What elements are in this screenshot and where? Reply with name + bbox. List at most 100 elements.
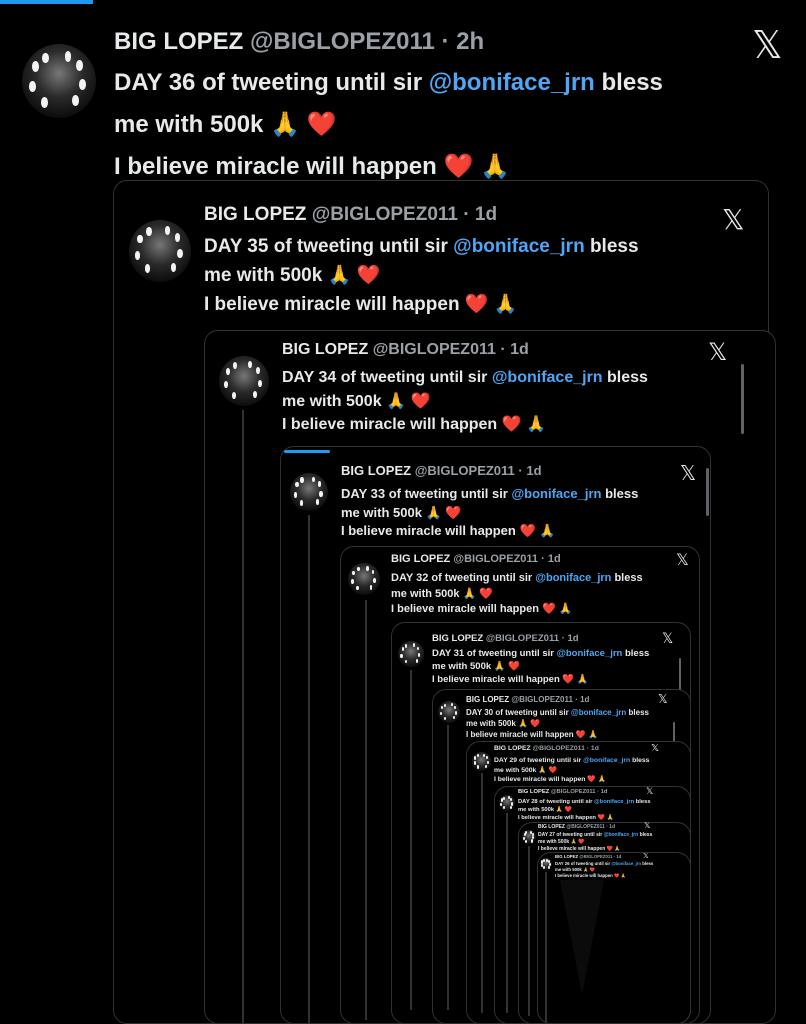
- avatar[interactable]: [22, 44, 96, 118]
- pray-emoji-icon: 🙏: [576, 674, 589, 685]
- author-name[interactable]: BIG LOPEZ: [494, 745, 531, 752]
- author-handle[interactable]: @BIGLOPEZ011: [415, 463, 515, 478]
- x-logo-icon[interactable]: 𝕏: [680, 463, 696, 483]
- scrollbar[interactable]: [741, 364, 744, 434]
- avatar[interactable]: [348, 563, 380, 595]
- x-logo-icon[interactable]: 𝕏: [644, 822, 650, 830]
- tweet-time[interactable]: 1d: [567, 633, 578, 644]
- scrollbar[interactable]: [706, 468, 709, 516]
- author-handle[interactable]: @BIGLOPEZ011: [486, 633, 559, 644]
- heart-emoji-icon: ❤️: [564, 807, 572, 814]
- light-dot: [369, 585, 373, 590]
- pray-emoji-icon: 🙏: [493, 661, 506, 672]
- x-logo-icon[interactable]: 𝕏: [643, 853, 649, 860]
- tweet-time[interactable]: 1d: [548, 553, 561, 565]
- avatar[interactable]: [398, 641, 424, 667]
- author-handle[interactable]: @BIGLOPEZ011: [511, 695, 573, 704]
- light-dot: [174, 233, 181, 243]
- tweet-text-part: DAY 34 of tweeting until sir: [282, 369, 492, 386]
- heart-emoji-icon: ❤️: [508, 661, 521, 672]
- avatar[interactable]: [499, 795, 515, 811]
- tweet-line-3: I believe miracle will happen ❤️ 🙏: [494, 775, 649, 785]
- x-logo-icon[interactable]: 𝕏: [651, 744, 659, 754]
- light-dot: [71, 95, 79, 107]
- tweet-time[interactable]: 1d: [609, 824, 615, 830]
- tweet-text-part: DAY 35 of tweeting until sir: [204, 236, 454, 257]
- avatar[interactable]: [129, 220, 191, 282]
- heart-emoji-icon: ❤️: [530, 719, 541, 728]
- tweet-time[interactable]: 1d: [580, 695, 589, 704]
- tweet-line-2: me with 500k 🙏 ❤️: [391, 587, 643, 603]
- tweet-header: BIG LOPEZ @BIGLOPEZ011 · 1d: [391, 553, 561, 565]
- x-logo-icon[interactable]: 𝕏: [752, 26, 783, 64]
- light-dot: [525, 839, 528, 843]
- author-name[interactable]: BIG LOPEZ: [204, 204, 306, 225]
- x-logo-icon[interactable]: 𝕏: [708, 340, 727, 364]
- author-handle[interactable]: @BIGLOPEZ011: [533, 745, 585, 752]
- mention-link[interactable]: @boniface_jrn: [535, 572, 611, 584]
- avatar[interactable]: [219, 356, 269, 406]
- x-logo-icon[interactable]: 𝕏: [722, 206, 745, 234]
- mention-link[interactable]: @boniface_jrn: [604, 832, 639, 838]
- light-dot: [500, 802, 503, 806]
- tweet-text-part: bless: [601, 486, 639, 501]
- author-name[interactable]: BIG LOPEZ: [466, 695, 509, 704]
- tweet-text-part: I believe miracle will happen: [114, 153, 437, 180]
- pray-emoji-icon: 🙏: [620, 873, 626, 879]
- avatar[interactable]: [522, 830, 536, 844]
- tweet-text-part: I believe miracle will happen: [494, 776, 586, 783]
- author-handle[interactable]: @BIGLOPEZ011: [566, 824, 605, 830]
- author-name[interactable]: BIG LOPEZ: [114, 28, 243, 55]
- mention-link[interactable]: @boniface_jrn: [611, 861, 641, 866]
- mention-link[interactable]: @boniface_jrn: [492, 369, 603, 386]
- thread-line: [308, 515, 310, 1024]
- author-handle[interactable]: @BIGLOPEZ011: [250, 28, 435, 55]
- author-handle[interactable]: @BIGLOPEZ011: [579, 854, 612, 859]
- x-logo-icon[interactable]: 𝕏: [662, 632, 673, 646]
- mention-link[interactable]: @boniface_jrn: [583, 757, 630, 764]
- heart-emoji-icon: ❤️: [501, 416, 522, 433]
- author-name[interactable]: BIG LOPEZ: [555, 854, 578, 859]
- tweet-time[interactable]: 1d: [510, 341, 529, 358]
- author-handle[interactable]: @BIGLOPEZ011: [551, 789, 596, 795]
- avatar[interactable]: [540, 858, 552, 870]
- x-logo-icon[interactable]: 𝕏: [658, 693, 668, 705]
- mention-link[interactable]: @boniface_jrn: [571, 708, 626, 717]
- x-logo-icon[interactable]: 𝕏: [646, 788, 653, 797]
- author-name[interactable]: BIG LOPEZ: [538, 824, 565, 830]
- tweet-time[interactable]: 1d: [601, 789, 608, 795]
- tweet-text-part: me with 500k: [494, 766, 537, 774]
- light-dot: [40, 96, 48, 108]
- author-handle[interactable]: @BIGLOPEZ011: [453, 553, 538, 565]
- progress-indicator: [0, 0, 93, 4]
- tweet-time[interactable]: 1d: [526, 463, 541, 478]
- tweet-time[interactable]: 1d: [475, 204, 497, 225]
- avatar[interactable]: [438, 701, 460, 723]
- heart-emoji-icon: ❤️: [597, 815, 605, 822]
- author-name[interactable]: BIG LOPEZ: [391, 553, 450, 565]
- author-name[interactable]: BIG LOPEZ: [341, 463, 411, 478]
- tweet-text: DAY 28 of tweeting until sir @boniface_j…: [518, 798, 651, 823]
- tweet-time[interactable]: 2h: [456, 28, 484, 55]
- tweet-text-part: me with 500k: [432, 661, 492, 672]
- light-dot: [477, 754, 480, 758]
- author-handle[interactable]: @BIGLOPEZ011: [373, 341, 496, 358]
- author-name[interactable]: BIG LOPEZ: [518, 789, 549, 795]
- author-name[interactable]: BIG LOPEZ: [282, 341, 368, 358]
- tweet-time[interactable]: 1d: [616, 854, 621, 859]
- tweet-text-part: DAY 36 of tweeting until sir: [114, 69, 429, 96]
- author-name[interactable]: BIG LOPEZ: [432, 633, 483, 644]
- mention-link[interactable]: @boniface_jrn: [511, 486, 601, 501]
- tweet-time[interactable]: 1d: [591, 745, 599, 752]
- tweet-line-2: me with 500k 🙏 ❤️: [282, 390, 648, 414]
- mention-link[interactable]: @boniface_jrn: [557, 648, 623, 659]
- mention-link[interactable]: @boniface_jrn: [594, 799, 634, 805]
- mention-link[interactable]: @boniface_jrn: [429, 69, 595, 96]
- light-dot: [300, 477, 304, 483]
- avatar[interactable]: [472, 752, 491, 771]
- tweet-text: DAY 29 of tweeting until sir @boniface_j…: [494, 756, 649, 785]
- author-handle[interactable]: @BIGLOPEZ011: [312, 204, 458, 225]
- mention-link[interactable]: @boniface_jrn: [453, 236, 585, 257]
- x-logo-icon[interactable]: 𝕏: [676, 552, 689, 568]
- avatar[interactable]: [290, 473, 328, 511]
